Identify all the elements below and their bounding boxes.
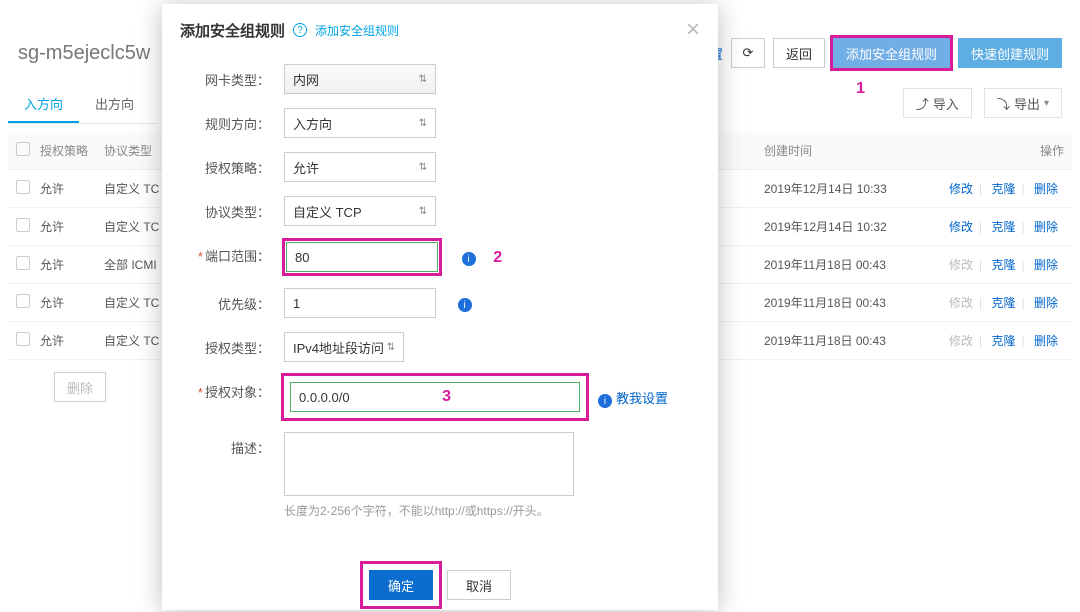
add-rule-modal: 添加安全组规则 ? 添加安全组规则 × 网卡类型： 内网 ⇅ 规则方向： 入方向… xyxy=(162,4,718,610)
modal-title: 添加安全组规则 xyxy=(180,20,285,41)
row-checkbox[interactable] xyxy=(16,218,30,232)
description-textarea[interactable] xyxy=(284,432,574,496)
clone-link[interactable]: 克隆 xyxy=(986,220,1022,234)
policy-label: 授权策略： xyxy=(184,152,284,177)
row-checkbox[interactable] xyxy=(16,294,30,308)
col-created: 创建时间 xyxy=(764,142,924,159)
clone-link[interactable]: 克隆 xyxy=(986,296,1022,310)
back-button[interactable]: 返回 xyxy=(773,38,825,68)
top-action-bar: 我设置 ⟳ 返回 添加安全组规则 快速创建规则 xyxy=(684,38,1062,68)
direction-label: 规则方向： xyxy=(184,108,284,133)
priority-input[interactable] xyxy=(284,288,436,318)
select-all-checkbox[interactable] xyxy=(16,142,30,156)
add-security-rule-button[interactable]: 添加安全组规则 xyxy=(833,38,950,68)
auth-object-label: *授权对象： xyxy=(184,376,284,401)
modify-link[interactable]: 修改 xyxy=(943,182,979,196)
annotation-3: 3 xyxy=(442,388,451,406)
bulk-delete-button[interactable]: 删除 xyxy=(54,372,106,402)
delete-link[interactable]: 删除 xyxy=(1028,334,1064,348)
tab-inbound[interactable]: 入方向 xyxy=(8,86,79,123)
port-range-input[interactable] xyxy=(286,242,438,272)
refresh-icon: ⟳ xyxy=(743,45,754,61)
description-hint: 长度为2-256个字符，不能以http://或https://开头。 xyxy=(284,502,696,519)
row-checkbox[interactable] xyxy=(16,332,30,346)
refresh-button[interactable]: ⟳ xyxy=(731,38,765,68)
row-checkbox[interactable] xyxy=(16,256,30,270)
modify-link[interactable]: 修改 xyxy=(943,220,979,234)
row-ops: 修改| 克隆| 删除 xyxy=(924,180,1064,197)
delete-link[interactable]: 删除 xyxy=(1028,258,1064,272)
modify-link[interactable]: 修改 xyxy=(943,258,979,272)
delete-link[interactable]: 删除 xyxy=(1028,296,1064,310)
chevron-down-icon: ⇅ xyxy=(419,118,427,129)
info-icon[interactable]: i xyxy=(462,252,476,266)
row-ops: 修改| 克隆| 删除 xyxy=(924,332,1064,349)
clone-link[interactable]: 克隆 xyxy=(986,334,1022,348)
import-export-bar: ⤴ 导入 ⤵ 导出 ▾ xyxy=(903,88,1062,118)
chevron-down-icon: ⇅ xyxy=(419,206,427,217)
description-label: 描述： xyxy=(184,432,284,457)
auth-type-select[interactable]: IPv4地址段访问 ⇅ xyxy=(284,332,404,362)
protocol-select[interactable]: 自定义 TCP ⇅ xyxy=(284,196,436,226)
import-button[interactable]: ⤴ 导入 xyxy=(903,88,972,118)
nic-type-select[interactable]: 内网 ⇅ xyxy=(284,64,436,94)
auth-object-input[interactable]: 0.0.0.0/0 3 xyxy=(290,382,580,412)
chevron-down-icon: ⇅ xyxy=(419,74,427,85)
direction-tabs: 入方向 出方向 xyxy=(8,86,158,124)
port-range-label: *端口范围： xyxy=(184,240,284,265)
col-policy: 授权策略 xyxy=(40,142,104,159)
close-icon[interactable]: × xyxy=(686,18,700,42)
chevron-down-icon: ▾ xyxy=(1044,98,1049,109)
clone-link[interactable]: 克隆 xyxy=(986,258,1022,272)
protocol-label: 协议类型： xyxy=(184,196,284,221)
upload-icon: ⤴ xyxy=(916,94,929,113)
download-icon: ⤵ xyxy=(997,94,1010,113)
modify-link[interactable]: 修改 xyxy=(943,296,979,310)
delete-link[interactable]: 删除 xyxy=(1028,220,1064,234)
row-ops: 修改| 克隆| 删除 xyxy=(924,218,1064,235)
teach-me-link[interactable]: 教我设置 xyxy=(616,388,668,407)
direction-select[interactable]: 入方向 ⇅ xyxy=(284,108,436,138)
clone-link[interactable]: 克隆 xyxy=(986,182,1022,196)
info-icon[interactable]: i xyxy=(458,298,472,312)
modify-link[interactable]: 修改 xyxy=(943,334,979,348)
info-icon[interactable]: i xyxy=(598,394,612,408)
auth-type-label: 授权类型： xyxy=(184,332,284,357)
row-ops: 修改| 克隆| 删除 xyxy=(924,294,1064,311)
cancel-button[interactable]: 取消 xyxy=(447,570,511,600)
quick-create-rule-button[interactable]: 快速创建规则 xyxy=(958,38,1062,68)
chevron-down-icon: ⇅ xyxy=(387,342,395,353)
priority-label: 优先级： xyxy=(184,288,284,313)
tab-outbound[interactable]: 出方向 xyxy=(79,86,150,123)
modal-footer: 确定 取消 xyxy=(162,570,718,600)
policy-select[interactable]: 允许 ⇅ xyxy=(284,152,436,182)
modal-header: 添加安全组规则 ? 添加安全组规则 × xyxy=(162,4,718,56)
import-label: 导入 xyxy=(933,94,959,113)
modal-body: 网卡类型： 内网 ⇅ 规则方向： 入方向 ⇅ 授权策略： 允许 xyxy=(162,56,718,537)
annotation-1: 1 xyxy=(856,80,865,98)
confirm-button[interactable]: 确定 xyxy=(369,570,433,600)
delete-link[interactable]: 删除 xyxy=(1028,182,1064,196)
modal-title-help[interactable]: 添加安全组规则 xyxy=(315,22,399,39)
annotation-2: 2 xyxy=(493,249,502,266)
help-icon[interactable]: ? xyxy=(293,23,307,37)
row-ops: 修改| 克隆| 删除 xyxy=(924,256,1064,273)
col-ops: 操作 xyxy=(924,142,1064,159)
export-button[interactable]: ⤵ 导出 ▾ xyxy=(984,88,1062,118)
row-checkbox[interactable] xyxy=(16,180,30,194)
export-label: 导出 xyxy=(1014,94,1040,113)
nic-type-label: 网卡类型： xyxy=(184,64,284,89)
chevron-down-icon: ⇅ xyxy=(419,162,427,173)
